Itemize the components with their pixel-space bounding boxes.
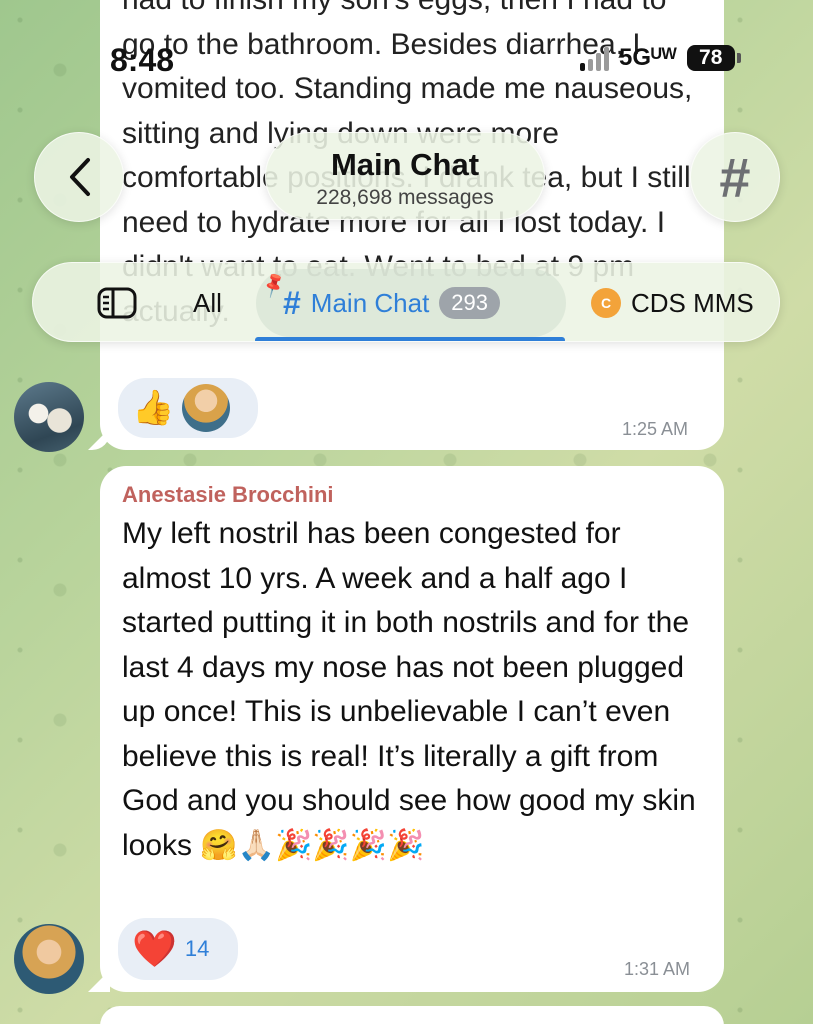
signal-icon <box>580 45 609 71</box>
reaction-bar[interactable]: ❤️ 14 <box>118 918 238 980</box>
thumbs-up-reaction[interactable]: 👍 <box>132 391 174 425</box>
message-text: My left nostril has been congested for a… <box>122 517 696 862</box>
sidebar-icon[interactable] <box>97 287 137 319</box>
status-indicators: 5Gᵁᵂ 78 <box>580 44 741 72</box>
chevron-left-icon <box>70 158 90 196</box>
sender-name[interactable]: Anestasie Brocchini <box>122 482 334 508</box>
message-bubble[interactable] <box>100 1006 724 1024</box>
message-time: 1:31 AM <box>624 959 691 979</box>
tab-main-chat[interactable]: # Main Chat 293 <box>283 263 501 341</box>
hash-icon: # <box>719 145 751 209</box>
reaction-bar[interactable]: 👍 <box>118 378 258 438</box>
network-label: 5Gᵁᵂ <box>619 44 677 71</box>
battery-icon: 78 <box>686 45 735 71</box>
unread-badge: 293 <box>439 287 501 319</box>
back-button[interactable] <box>34 132 124 222</box>
message-bubble[interactable]: Anestasie Brocchini My left nostril has … <box>100 466 724 992</box>
sender-avatar[interactable] <box>14 924 84 994</box>
tab-cds-mms[interactable]: C CDS MMS <box>591 263 754 341</box>
tab-label: All <box>193 287 222 318</box>
message-count: 228,698 messages <box>316 186 494 209</box>
tab-label: CDS MMS <box>631 287 754 318</box>
battery-nub <box>736 53 741 63</box>
status-time: 8:48 <box>110 42 175 78</box>
reaction-count: 14 <box>184 936 210 961</box>
tab-all[interactable]: All <box>193 263 222 341</box>
tab-label: Main Chat <box>310 287 430 318</box>
reactor-avatar <box>182 384 231 432</box>
heart-reaction[interactable]: ❤️ <box>132 931 177 967</box>
chat-title: Main Chat <box>330 147 480 182</box>
topic-button[interactable]: # <box>690 132 780 222</box>
topic-tabs: All 📌 # Main Chat 293 C CDS MMS <box>32 262 780 342</box>
message-time: 1:25 AM <box>622 419 689 439</box>
chat-bubble-icon: C <box>591 288 621 318</box>
sender-avatar[interactable] <box>14 382 84 452</box>
hash-icon: # <box>283 284 301 321</box>
active-tab-indicator <box>255 337 565 341</box>
chat-title-pill[interactable]: Main Chat 228,698 messages <box>265 132 545 220</box>
